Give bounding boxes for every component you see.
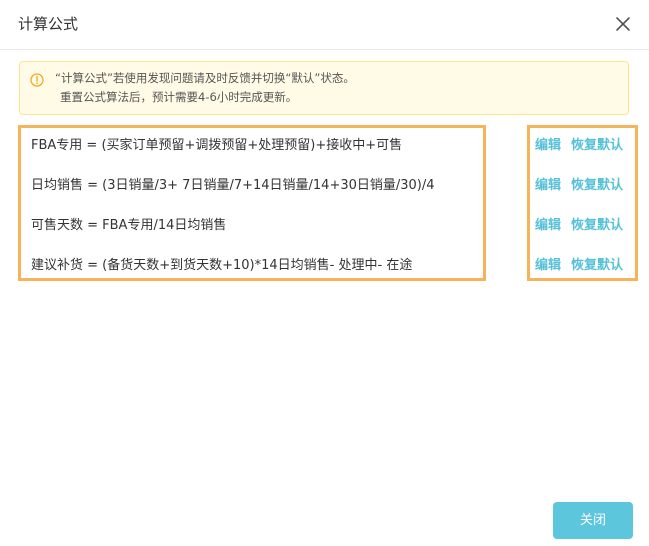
formula-actions: 编辑 恢复默认 编辑 恢复默认 编辑 恢复默认 编辑 恢复默认	[527, 125, 638, 281]
action-row: 编辑 恢复默认	[535, 217, 623, 235]
edit-link[interactable]: 编辑	[535, 138, 561, 153]
warning-icon	[30, 72, 44, 87]
formula-daily-sales: 日均销售 = (3日销量/3+ 7日销量/7+14日销量/14+30日销量/30…	[31, 178, 435, 193]
formula-dialog: 计算公式 “计算公式”若使用发现问题请及时反馈并切换“默认”状态。 重置公式算法…	[0, 0, 649, 546]
close-icon[interactable]	[613, 14, 633, 34]
action-row: 编辑 恢复默认	[535, 137, 623, 155]
reset-default-link[interactable]: 恢复默认	[571, 138, 623, 153]
notice-text-line1: “计算公式”若使用发现问题请及时反馈并切换“默认”状态。	[55, 71, 355, 85]
reset-default-link[interactable]: 恢复默认	[571, 218, 623, 233]
edit-link[interactable]: 编辑	[535, 258, 561, 273]
edit-link[interactable]: 编辑	[535, 178, 561, 193]
notice-banner: “计算公式”若使用发现问题请及时反馈并切换“默认”状态。 重置公式算法后，预计需…	[19, 61, 629, 115]
formula-sellable-days: 可售天数 = FBA专用/14日均销售	[31, 218, 227, 233]
notice-text-line2: 重置公式算法后，预计需要4-6小时完成更新。	[60, 90, 298, 104]
dialog-title: 计算公式	[18, 15, 79, 33]
reset-default-link[interactable]: 恢复默认	[571, 258, 623, 273]
formula-list: FBA专用 = (买家订单预留+调拨预留+处理预留)+接收中+可售 日均销售 =…	[18, 125, 486, 281]
dialog-header: 计算公式	[0, 0, 649, 50]
reset-default-link[interactable]: 恢复默认	[571, 178, 623, 193]
close-button[interactable]: 关闭	[553, 502, 633, 539]
action-row: 编辑 恢复默认	[535, 177, 623, 195]
edit-link[interactable]: 编辑	[535, 218, 561, 233]
formula-restock: 建议补货 = (备货天数+到货天数+10)*14日均销售- 处理中- 在途	[31, 258, 413, 273]
action-row: 编辑 恢复默认	[535, 257, 623, 275]
formula-fba: FBA专用 = (买家订单预留+调拨预留+处理预留)+接收中+可售	[31, 138, 403, 153]
